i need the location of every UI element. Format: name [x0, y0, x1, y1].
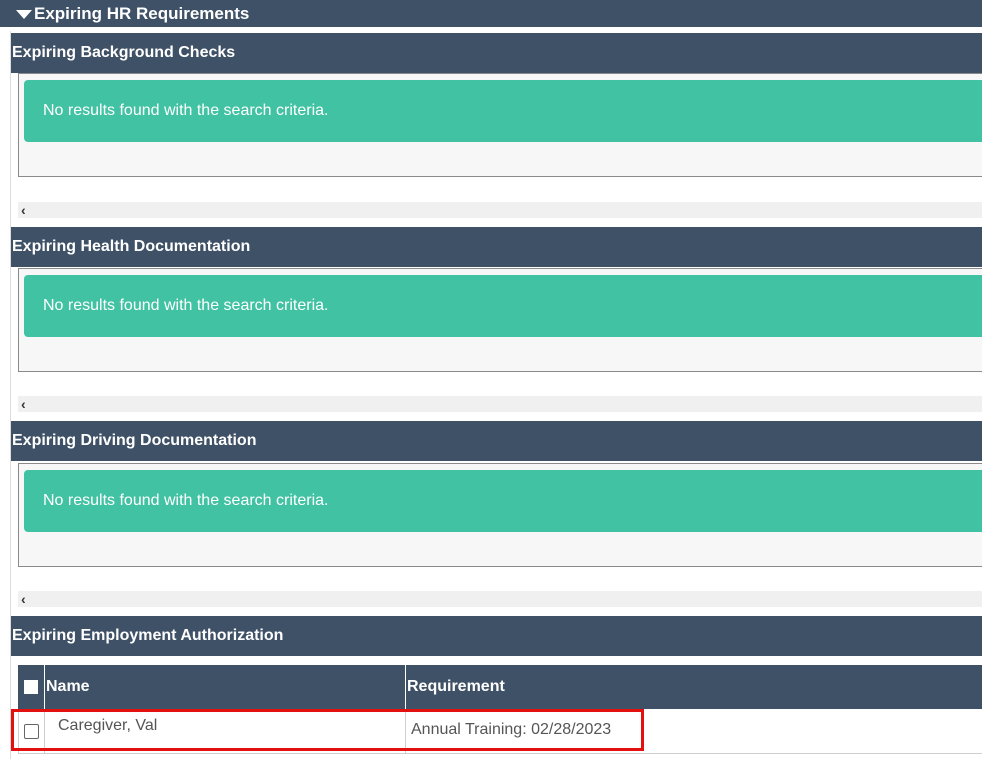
no-results-alert: No results found with the search criteri…	[24, 275, 982, 337]
scroll-left-icon[interactable]: ‹	[21, 396, 33, 412]
no-results-alert: No results found with the search criteri…	[24, 80, 982, 142]
employment-authorization-table: Name Requirement Caregiver, Val Annual T…	[18, 665, 982, 754]
section-header-health-documentation: Expiring Health Documentation	[11, 227, 982, 267]
select-all-checkbox[interactable]	[24, 680, 38, 694]
results-panel-health-documentation: No results found with the search criteri…	[18, 268, 982, 372]
section-title: Expiring Employment Authorization	[12, 627, 284, 644]
select-all-cell	[18, 665, 45, 709]
horizontal-scrollbar[interactable]: ‹	[18, 591, 982, 607]
scroll-left-icon[interactable]: ‹	[21, 202, 33, 218]
cell-requirement: Annual Training: 02/28/2023	[406, 709, 982, 753]
column-header-requirement-label: Requirement	[407, 678, 505, 695]
row-select-cell	[18, 709, 45, 753]
cell-name: Caregiver, Val	[45, 709, 406, 753]
row-checkbox[interactable]	[24, 723, 39, 739]
horizontal-scrollbar[interactable]: ‹	[18, 202, 982, 218]
table-row[interactable]: Caregiver, Val Annual Training: 02/28/20…	[18, 709, 982, 754]
column-header-requirement[interactable]: Requirement	[406, 665, 982, 709]
no-results-message: No results found with the search criteri…	[43, 492, 329, 509]
results-panel-background-checks: No results found with the search criteri…	[18, 73, 982, 177]
employee-name: Caregiver, Val	[58, 717, 158, 734]
no-results-message: No results found with the search criteri…	[43, 102, 329, 119]
section-title: Expiring Driving Documentation	[12, 432, 257, 449]
column-header-name-label: Name	[46, 678, 90, 695]
column-header-name[interactable]: Name	[45, 665, 406, 709]
main-header-title: Expiring HR Requirements	[34, 3, 250, 23]
requirement-value: Annual Training: 02/28/2023	[411, 721, 612, 738]
table-header-row: Name Requirement	[18, 665, 982, 709]
horizontal-scrollbar[interactable]: ‹	[18, 396, 982, 412]
section-header-background-checks: Expiring Background Checks	[11, 33, 982, 73]
expiring-hr-requirements-header[interactable]: Expiring HR Requirements	[0, 0, 982, 27]
section-title: Expiring Background Checks	[12, 44, 236, 61]
section-header-employment-authorization: Expiring Employment Authorization	[11, 616, 982, 656]
caret-down-icon[interactable]	[16, 9, 32, 19]
section-title: Expiring Health Documentation	[12, 238, 251, 255]
scroll-left-icon[interactable]: ‹	[21, 591, 33, 607]
results-panel-driving-documentation: No results found with the search criteri…	[18, 463, 982, 567]
section-header-driving-documentation: Expiring Driving Documentation	[11, 421, 982, 461]
no-results-message: No results found with the search criteri…	[43, 297, 329, 314]
no-results-alert: No results found with the search criteri…	[24, 470, 982, 532]
